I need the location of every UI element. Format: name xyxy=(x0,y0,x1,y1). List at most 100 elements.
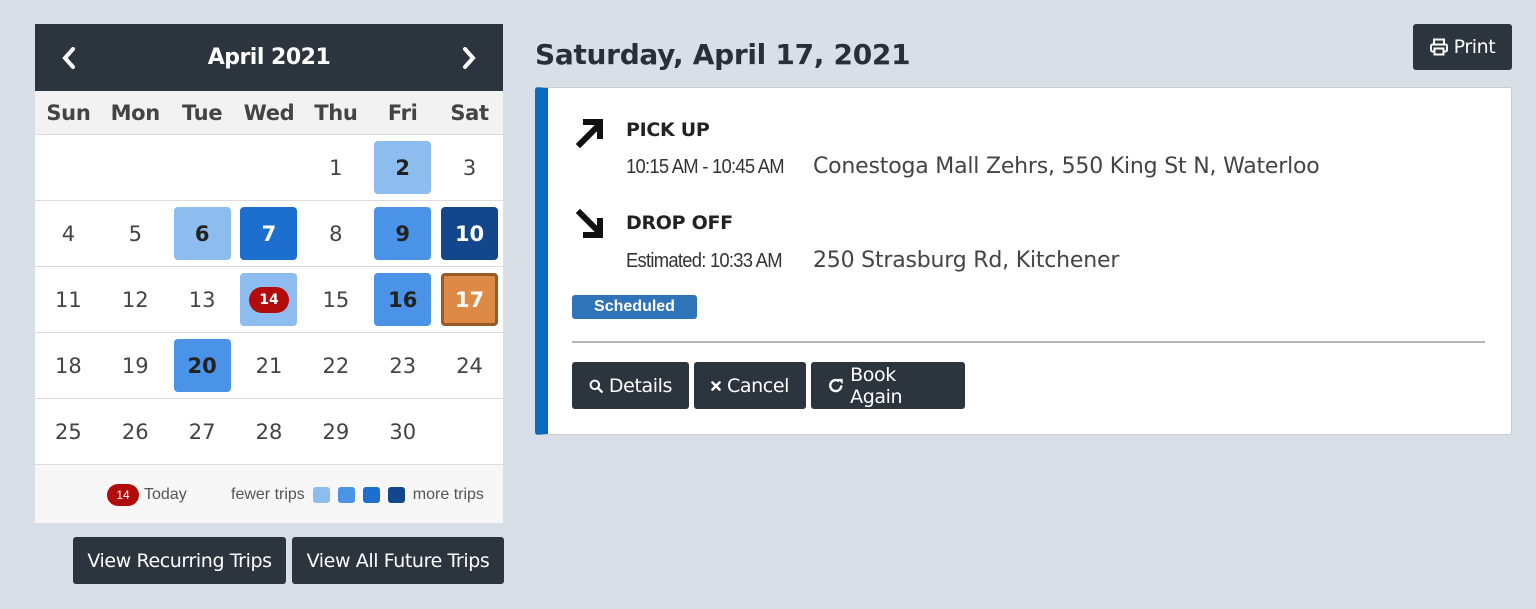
dropoff-address: 250 Strasburg Rd, Kitchener xyxy=(813,248,1120,273)
trip-scale-swatch xyxy=(337,487,355,503)
calendar-day-11[interactable]: 11 xyxy=(35,267,102,332)
day-number: 4 xyxy=(61,221,76,246)
calendar-empty-cell xyxy=(236,135,303,200)
calendar-day-10[interactable]: 10 xyxy=(436,201,503,266)
calendar-day-1[interactable]: 1 xyxy=(302,135,369,200)
legend-trip-scale: fewer trips more trips xyxy=(231,486,484,504)
day-number: 27 xyxy=(188,419,216,444)
calendar-day-24[interactable]: 24 xyxy=(436,333,503,398)
calendar-day-16[interactable]: 16 xyxy=(369,267,436,332)
calendar-empty-cell xyxy=(102,135,169,200)
print-button[interactable]: Print xyxy=(1413,24,1512,70)
calendar-day-15[interactable]: 15 xyxy=(302,267,369,332)
day-number: 16 xyxy=(374,273,432,326)
pickup-label: PICK UP xyxy=(626,119,710,141)
trip-scale-swatch xyxy=(387,487,405,503)
calendar-week-row: 1 2 3 xyxy=(35,135,503,201)
calendar-day-7[interactable]: 7 xyxy=(236,201,303,266)
calendar-day-5[interactable]: 5 xyxy=(102,201,169,266)
calendar-day-18[interactable]: 18 xyxy=(35,333,102,398)
pickup-time: 10:15 AM - 10:45 AM xyxy=(626,156,785,178)
calendar-day-4[interactable]: 4 xyxy=(35,201,102,266)
calendar-day-25[interactable]: 25 xyxy=(35,399,102,464)
status-badge: Scheduled xyxy=(572,295,697,319)
calendar-day-19[interactable]: 19 xyxy=(102,333,169,398)
cancel-button[interactable]: Cancel xyxy=(694,362,806,409)
details-label: Details xyxy=(608,374,672,397)
more-trips-label: more trips xyxy=(412,486,484,503)
weekday-label: Fri xyxy=(387,100,418,125)
calendar-day-21[interactable]: 21 xyxy=(236,333,303,398)
calendar-day-22[interactable]: 22 xyxy=(302,333,369,398)
calendar-legend: 14 Today fewer trips more trips xyxy=(35,465,503,523)
chevron-left-icon xyxy=(62,46,75,69)
calendar-day-28[interactable]: 28 xyxy=(236,399,303,464)
day-number: 21 xyxy=(255,353,283,378)
calendar-day-26[interactable]: 26 xyxy=(102,399,169,464)
view-all-future-trips-button[interactable]: View All Future Trips xyxy=(292,537,504,584)
calendar-day-29[interactable]: 29 xyxy=(302,399,369,464)
calendar-day-3[interactable]: 3 xyxy=(436,135,503,200)
calendar-day-6[interactable]: 6 xyxy=(169,201,236,266)
day-number: 13 xyxy=(188,287,216,312)
book-again-label: Book Again xyxy=(850,363,903,408)
search-icon xyxy=(589,379,603,393)
calendar-empty-cell xyxy=(436,399,503,464)
details-button[interactable]: Details xyxy=(572,362,689,409)
month-title: April 2021 xyxy=(207,45,331,70)
calendar-day-13[interactable]: 13 xyxy=(169,267,236,332)
calendar-actions: View Recurring Trips View All Future Tri… xyxy=(73,537,504,584)
trip-scale-swatches xyxy=(312,487,405,503)
weekday-label: Sat xyxy=(450,100,489,125)
calendar-day-14[interactable]: 14 xyxy=(236,267,303,332)
today-label: Today xyxy=(144,486,187,503)
calendar-day-8[interactable]: 8 xyxy=(302,201,369,266)
legend-today: 14 Today xyxy=(107,484,187,506)
card-divider xyxy=(572,341,1485,343)
day-number: 25 xyxy=(55,419,82,444)
day-number: 5 xyxy=(128,221,142,246)
calendar-header: April 2021 xyxy=(35,24,503,91)
day-number: 11 xyxy=(55,287,82,312)
day-number: 1 xyxy=(329,155,343,180)
calendar-grid: 1 2 3 4 5 6 7 8 9 10 11 12 13 14 15 16 17 18 19 20 21 22 23 24 2… xyxy=(35,135,503,465)
calendar-day-20[interactable]: 20 xyxy=(169,333,236,398)
day-number: 3 xyxy=(462,155,477,180)
next-month-button[interactable] xyxy=(457,43,481,73)
weekday-label: Tue xyxy=(181,100,223,125)
day-number: 28 xyxy=(255,419,283,444)
trip-actions: Details Cancel Book Again xyxy=(572,362,965,409)
selected-date-title: Saturday, April 17, 2021 xyxy=(535,38,911,71)
calendar-day-30[interactable]: 30 xyxy=(369,399,436,464)
calendar-empty-cell xyxy=(35,135,102,200)
trip-card: PICK UP 10:15 AM - 10:45 AM Conestoga Ma… xyxy=(535,87,1512,435)
day-number: 17 xyxy=(441,273,499,326)
calendar-day-27[interactable]: 27 xyxy=(169,399,236,464)
day-number: 10 xyxy=(441,207,499,260)
previous-month-button[interactable] xyxy=(57,43,81,73)
calendar-day-17[interactable]: 17 xyxy=(436,267,503,332)
calendar-day-9[interactable]: 9 xyxy=(369,201,436,266)
day-number: 22 xyxy=(322,353,350,378)
day-number: 7 xyxy=(240,207,298,260)
print-label: Print xyxy=(1453,36,1496,58)
day-number: 15 xyxy=(322,287,350,312)
dropoff-label: DROP OFF xyxy=(626,212,733,234)
book-again-button[interactable]: Book Again xyxy=(811,362,965,409)
view-recurring-trips-button[interactable]: View Recurring Trips xyxy=(73,537,286,584)
day-number: 18 xyxy=(55,353,82,378)
calendar-week-row: 25 26 27 28 29 30 xyxy=(35,399,503,465)
chevron-right-icon xyxy=(462,46,476,69)
calendar-day-2[interactable]: 2 xyxy=(369,135,436,200)
trip-scale-swatch xyxy=(362,487,380,503)
day-number: 8 xyxy=(329,221,343,246)
refresh-icon xyxy=(829,378,843,393)
day-number: 9 xyxy=(374,207,432,260)
calendar-day-12[interactable]: 12 xyxy=(102,267,169,332)
day-number: 6 xyxy=(173,207,231,260)
day-number: 20 xyxy=(173,339,231,392)
today-marker: 14 xyxy=(248,286,289,313)
calendar-day-23[interactable]: 23 xyxy=(369,333,436,398)
weekday-label: Thu xyxy=(314,100,358,125)
calendar-week-row: 18 19 20 21 22 23 24 xyxy=(35,333,503,399)
